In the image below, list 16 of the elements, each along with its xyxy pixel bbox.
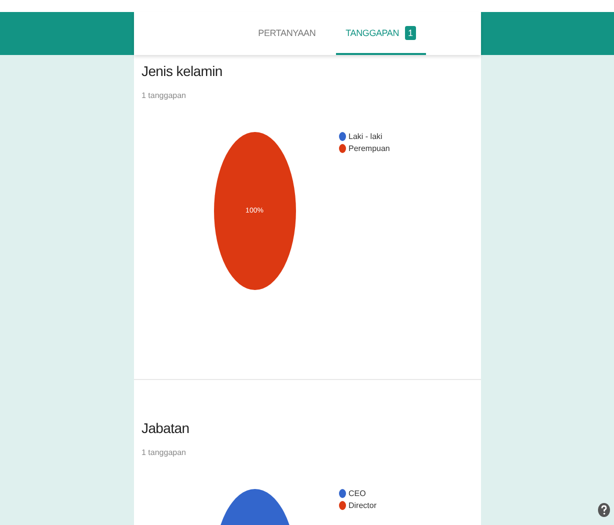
count-badge: 1 (405, 26, 416, 40)
response-count: 1 tanggapan (142, 448, 187, 457)
legend-dot (338, 132, 346, 141)
question-title: Jabatan (142, 420, 190, 436)
legend-dot (338, 501, 346, 510)
legend-label: Laki - laki (348, 132, 382, 141)
response-count: 1 tanggapan (142, 91, 187, 100)
question-title: Jenis kelamin (142, 63, 224, 79)
legend-dot (338, 489, 346, 498)
legend-label: Perempuan (348, 144, 390, 153)
legend-label: CEO (348, 489, 366, 498)
help-icon[interactable] (598, 503, 610, 517)
legend-label: Director (348, 501, 377, 510)
tab[interactable]: PERTANYAAN (248, 12, 326, 55)
tab[interactable]: TANGGAPAN 1 (336, 12, 426, 55)
legend-dot (338, 144, 346, 153)
